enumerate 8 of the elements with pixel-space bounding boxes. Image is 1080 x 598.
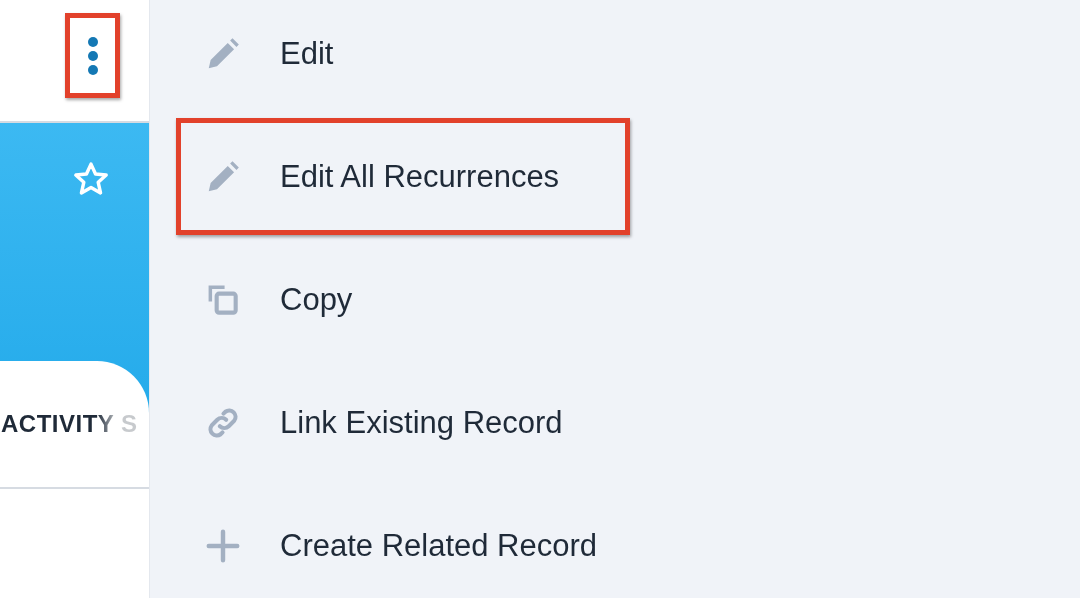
menu-item[interactable]: Link Existing Record [176, 364, 630, 481]
menu-item[interactable]: Copy [176, 241, 630, 358]
menu-item[interactable]: Edit [176, 0, 630, 112]
star-icon[interactable] [72, 161, 110, 197]
more-vertical-icon [85, 35, 100, 76]
more-menu-button[interactable] [65, 13, 120, 98]
menu-item[interactable]: Create Related Record [176, 487, 630, 598]
menu-item[interactable]: Edit All Recurrences [176, 118, 630, 235]
